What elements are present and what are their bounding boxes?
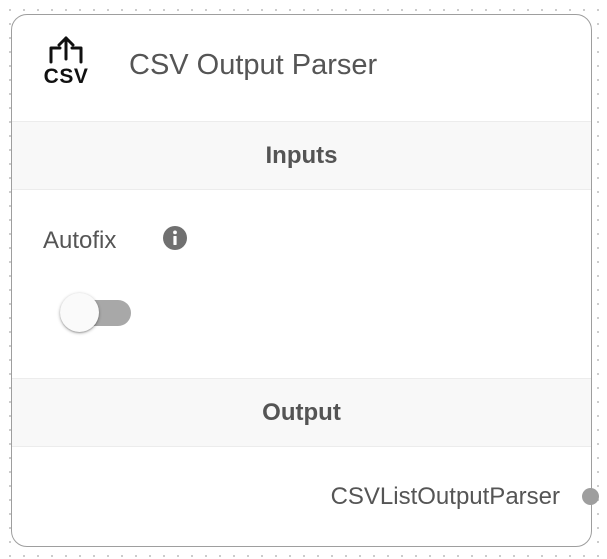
autofix-toggle[interactable] xyxy=(60,293,134,333)
csv-export-icon: CSV xyxy=(38,35,94,97)
csv-icon-text: CSV xyxy=(43,65,89,88)
node-title: CSV Output Parser xyxy=(129,49,378,81)
node-header: CSV CSV Output Parser xyxy=(12,15,591,121)
csv-output-parser-node[interactable]: CSV CSV Output Parser Inputs Autofix Out… xyxy=(11,14,592,547)
export-arrow-icon xyxy=(49,36,83,64)
info-icon[interactable] xyxy=(163,226,187,250)
inputs-section-header: Inputs xyxy=(12,121,591,190)
output-label: CSVListOutputParser xyxy=(330,483,560,510)
output-handle[interactable] xyxy=(582,488,599,505)
output-section-header: Output xyxy=(12,378,591,447)
toggle-thumb xyxy=(60,293,99,332)
autofix-label: Autofix xyxy=(43,227,117,254)
